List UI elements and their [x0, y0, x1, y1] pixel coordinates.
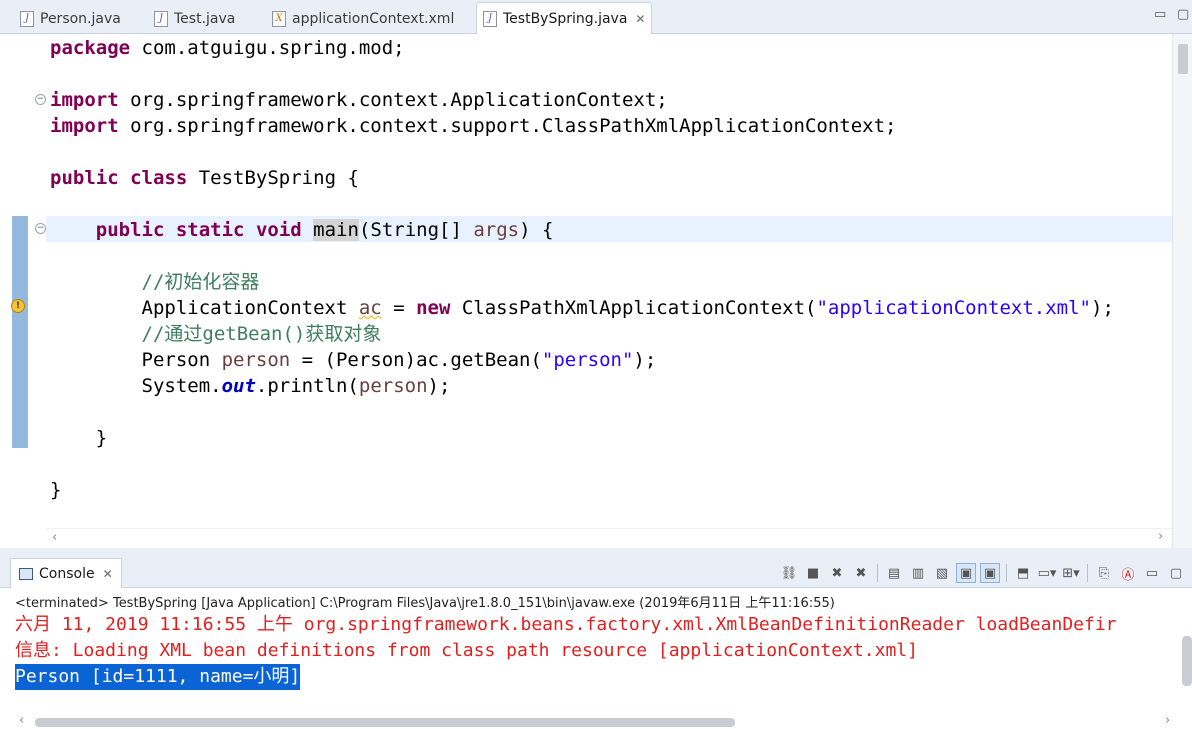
editor-tab-bar: J Person.java J Test.java X applicationC… [0, 0, 1192, 34]
console-log-line: 信息: Loading XML bean definitions from cl… [15, 640, 918, 661]
console-output[interactable]: <terminated> TestBySpring [Java Applicat… [0, 588, 1192, 729]
console-log-line: 六月 11, 2019 11:16:55 上午 org.springframew… [15, 614, 1117, 635]
remove-all-terminated-icon[interactable]: ✖ [851, 563, 871, 583]
fold-toggle-icon[interactable]: − [35, 94, 46, 105]
link-icon[interactable]: ⛓ [779, 563, 799, 583]
minimize-icon[interactable]: ▭ [1154, 7, 1166, 22]
terminated-status: <terminated> TestBySpring [Java Applicat… [15, 596, 835, 611]
console-icon [19, 567, 33, 580]
code-line: ApplicationContext ac = new ClassPathXml… [141, 297, 1114, 319]
code-line: public static void main(String[] args) { [95, 219, 554, 241]
tab-label: Person.java [40, 10, 121, 27]
tab-label: applicationContext.xml [292, 10, 455, 27]
console-tab-label: Console [39, 565, 95, 582]
code-comment: //初始化容器 [141, 271, 260, 293]
editor-horizontal-scrollbar[interactable]: ‹ [46, 528, 1172, 548]
editor-gutter [28, 34, 46, 534]
code-line: } [50, 479, 62, 501]
minimize-icon[interactable]: ▭ [1142, 563, 1162, 583]
toolbar-separator [1006, 564, 1007, 582]
scroll-right-icon[interactable]: › [1165, 713, 1170, 728]
console-actions: ⛓ ■ ✖ ✖ ▤ ▥ ▧ ▣ ▣ ⬒ ▭▾ ⊞▾ ⎘ Ⓐ ▭ ▢ [779, 563, 1186, 583]
code-line: public class TestBySpring { [50, 167, 359, 189]
scroll-left-icon[interactable]: ‹ [52, 530, 57, 545]
scroll-left-icon[interactable]: ‹ [19, 713, 24, 728]
code-line: import org.springframework.context.Appli… [50, 89, 668, 111]
code-comment: //通过getBean()获取对象 [141, 323, 382, 345]
fold-toggle-icon[interactable]: − [35, 223, 46, 234]
tab-person-java[interactable]: J Person.java [14, 3, 127, 34]
tab-application-context-xml[interactable]: X applicationContext.xml [266, 3, 460, 34]
clear-console-icon[interactable]: ▤ [884, 563, 904, 583]
terminate-icon[interactable]: ■ [803, 563, 823, 583]
scroll-lock-icon[interactable]: ▥ [908, 563, 928, 583]
java-file-icon: J [20, 10, 34, 27]
pin-console-icon[interactable]: ⬒ [1013, 563, 1033, 583]
toolbar-separator [1087, 564, 1088, 582]
spring-icon[interactable]: Ⓐ [1118, 563, 1138, 583]
show-on-stdout-icon[interactable]: ▣ [956, 563, 976, 583]
code-line: import org.springframework.context.suppo… [50, 115, 897, 137]
java-file-icon: J [154, 10, 168, 27]
display-selected-console-icon[interactable]: ▭▾ [1037, 563, 1057, 583]
open-console-icon[interactable]: ⊞▾ [1061, 563, 1081, 583]
view-separator[interactable] [0, 548, 1192, 558]
close-tab-icon[interactable]: ✕ [635, 12, 645, 26]
scroll-thumb[interactable] [1178, 44, 1188, 74]
tab-label: Test.java [174, 10, 236, 27]
java-file-icon: J [483, 10, 497, 27]
maximize-icon[interactable]: ▢ [1177, 7, 1189, 22]
console-horizontal-scrollbar[interactable]: ‹ › [15, 713, 1175, 729]
scroll-thumb[interactable] [35, 718, 735, 727]
code-line: Person person = (Person)ac.getBean("pers… [141, 349, 657, 371]
tab-console[interactable]: Console ✕ [10, 558, 122, 588]
tab-label: TestBySpring.java [503, 10, 628, 27]
close-console-icon[interactable]: ✕ [103, 567, 113, 581]
show-on-stderr-icon[interactable]: ▣ [980, 563, 1000, 583]
remove-launch-icon[interactable]: ✖ [827, 563, 847, 583]
tab-test-java[interactable]: J Test.java [148, 3, 241, 34]
code-line: package com.atguigu.spring.mod; [50, 37, 405, 59]
word-wrap-icon[interactable]: ▧ [932, 563, 952, 583]
maximize-icon[interactable]: ▢ [1166, 563, 1186, 583]
selected-range-indicator [12, 216, 28, 448]
tab-test-by-spring-java[interactable]: J TestBySpring.java ✕ [476, 2, 653, 34]
code-editor[interactable]: − − ! package com.atguigu.spring.mod; im… [0, 34, 1192, 548]
toolbar-separator [877, 564, 878, 582]
copy-icon[interactable]: ⎘ [1094, 563, 1114, 583]
code-line: System.out.println(person); [141, 375, 451, 397]
xml-file-icon: X [272, 10, 286, 27]
console-output-line-selected[interactable]: Person [id=1111, name=小明] [15, 664, 301, 690]
console-toolbar: Console ✕ ⛓ ■ ✖ ✖ ▤ ▥ ▧ ▣ ▣ ⬒ ▭▾ ⊞▾ ⎘ Ⓐ … [0, 558, 1192, 588]
console-vertical-scroll-thumb[interactable] [1182, 636, 1192, 686]
right-overview-ruler[interactable] [1172, 34, 1192, 548]
warning-marker-icon[interactable]: ! [11, 299, 25, 313]
code-line: } [95, 427, 108, 449]
scroll-right-icon[interactable]: › [1158, 529, 1163, 544]
